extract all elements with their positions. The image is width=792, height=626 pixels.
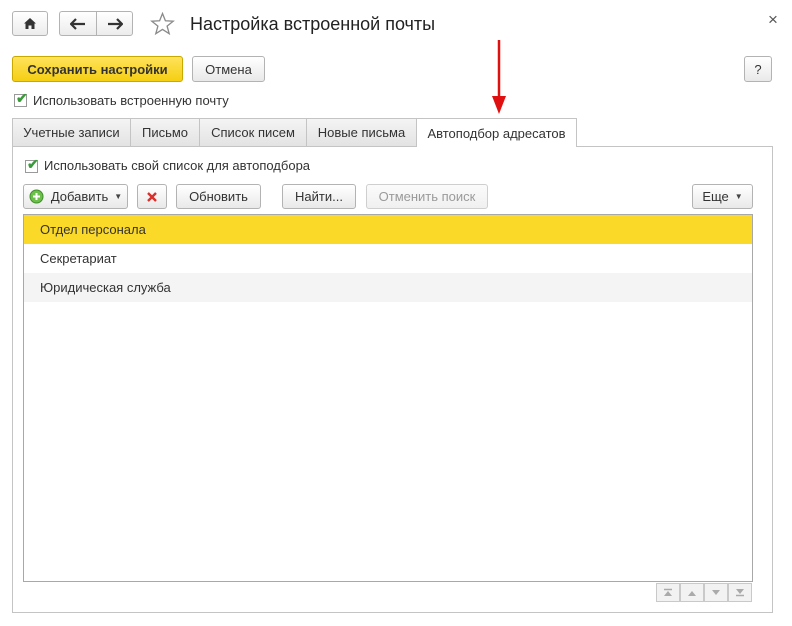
home-icon: [24, 18, 36, 29]
close-icon[interactable]: ×: [768, 10, 778, 30]
chevron-down-icon: ▼: [734, 192, 743, 201]
cancel-search-button[interactable]: Отменить поиск: [366, 184, 488, 209]
tab-accounts[interactable]: Учетные записи: [12, 118, 131, 146]
tab-letter[interactable]: Письмо: [130, 118, 200, 146]
delete-icon: [147, 191, 157, 202]
scroll-bottom-icon: [736, 589, 744, 597]
chevron-down-icon: ▼: [114, 192, 123, 201]
more-button-label: Еще: [702, 189, 729, 204]
scroll-down-icon: [712, 589, 720, 595]
add-icon: [29, 189, 44, 204]
refresh-button[interactable]: Обновить: [176, 184, 261, 209]
save-settings-button[interactable]: Сохранить настройки: [12, 56, 183, 82]
more-button[interactable]: Еще ▼: [692, 184, 753, 209]
scroll-up-button[interactable]: [680, 583, 704, 602]
list-item-label: Отдел персонала: [40, 222, 146, 237]
scroll-top-icon: [664, 588, 672, 596]
arrow-left-icon: [70, 17, 85, 30]
home-button[interactable]: [12, 11, 48, 36]
find-button[interactable]: Найти...: [282, 184, 356, 209]
recipients-list[interactable]: Отдел персонала Секретариат Юридическая …: [23, 214, 753, 582]
add-button-label: Добавить: [50, 189, 109, 204]
list-item[interactable]: Юридическая служба: [24, 273, 752, 302]
list-item-label: Юридическая служба: [40, 280, 171, 295]
use-own-list-checkbox[interactable]: ✔: [25, 156, 39, 173]
use-builtin-mail-checkbox[interactable]: ✔: [14, 90, 28, 107]
back-button[interactable]: [59, 11, 96, 36]
scroll-to-top-button[interactable]: [656, 583, 680, 602]
checkmark-icon: ✔: [16, 90, 28, 106]
window-title: Настройка встроенной почты: [190, 14, 436, 34]
scroll-to-bottom-button[interactable]: [728, 583, 752, 602]
scroll-up-icon: [688, 590, 696, 596]
tab-new-letters[interactable]: Новые письма: [306, 118, 417, 146]
use-builtin-mail-label: Использовать встроенную почту: [33, 93, 229, 108]
list-item[interactable]: Секретариат: [24, 244, 752, 273]
forward-button[interactable]: [96, 11, 133, 36]
tab-recipient-autocomplete[interactable]: Автоподбор адресатов: [416, 118, 577, 147]
list-item-label: Секретариат: [40, 251, 117, 266]
help-button[interactable]: ?: [744, 56, 772, 82]
favorite-star-icon[interactable]: [150, 11, 175, 39]
add-button[interactable]: Добавить ▼: [23, 184, 128, 209]
use-own-list-label: Использовать свой список для автоподбора: [44, 158, 311, 173]
tab-letters-list[interactable]: Список писем: [199, 118, 307, 146]
list-item[interactable]: Отдел персонала: [24, 215, 752, 244]
delete-button[interactable]: [137, 184, 167, 209]
cancel-button[interactable]: Отмена: [192, 56, 265, 82]
arrow-right-icon: [107, 17, 123, 30]
annotation-arrow-icon: [492, 40, 506, 114]
checkmark-icon: ✔: [27, 156, 39, 172]
scroll-down-button[interactable]: [704, 583, 728, 602]
